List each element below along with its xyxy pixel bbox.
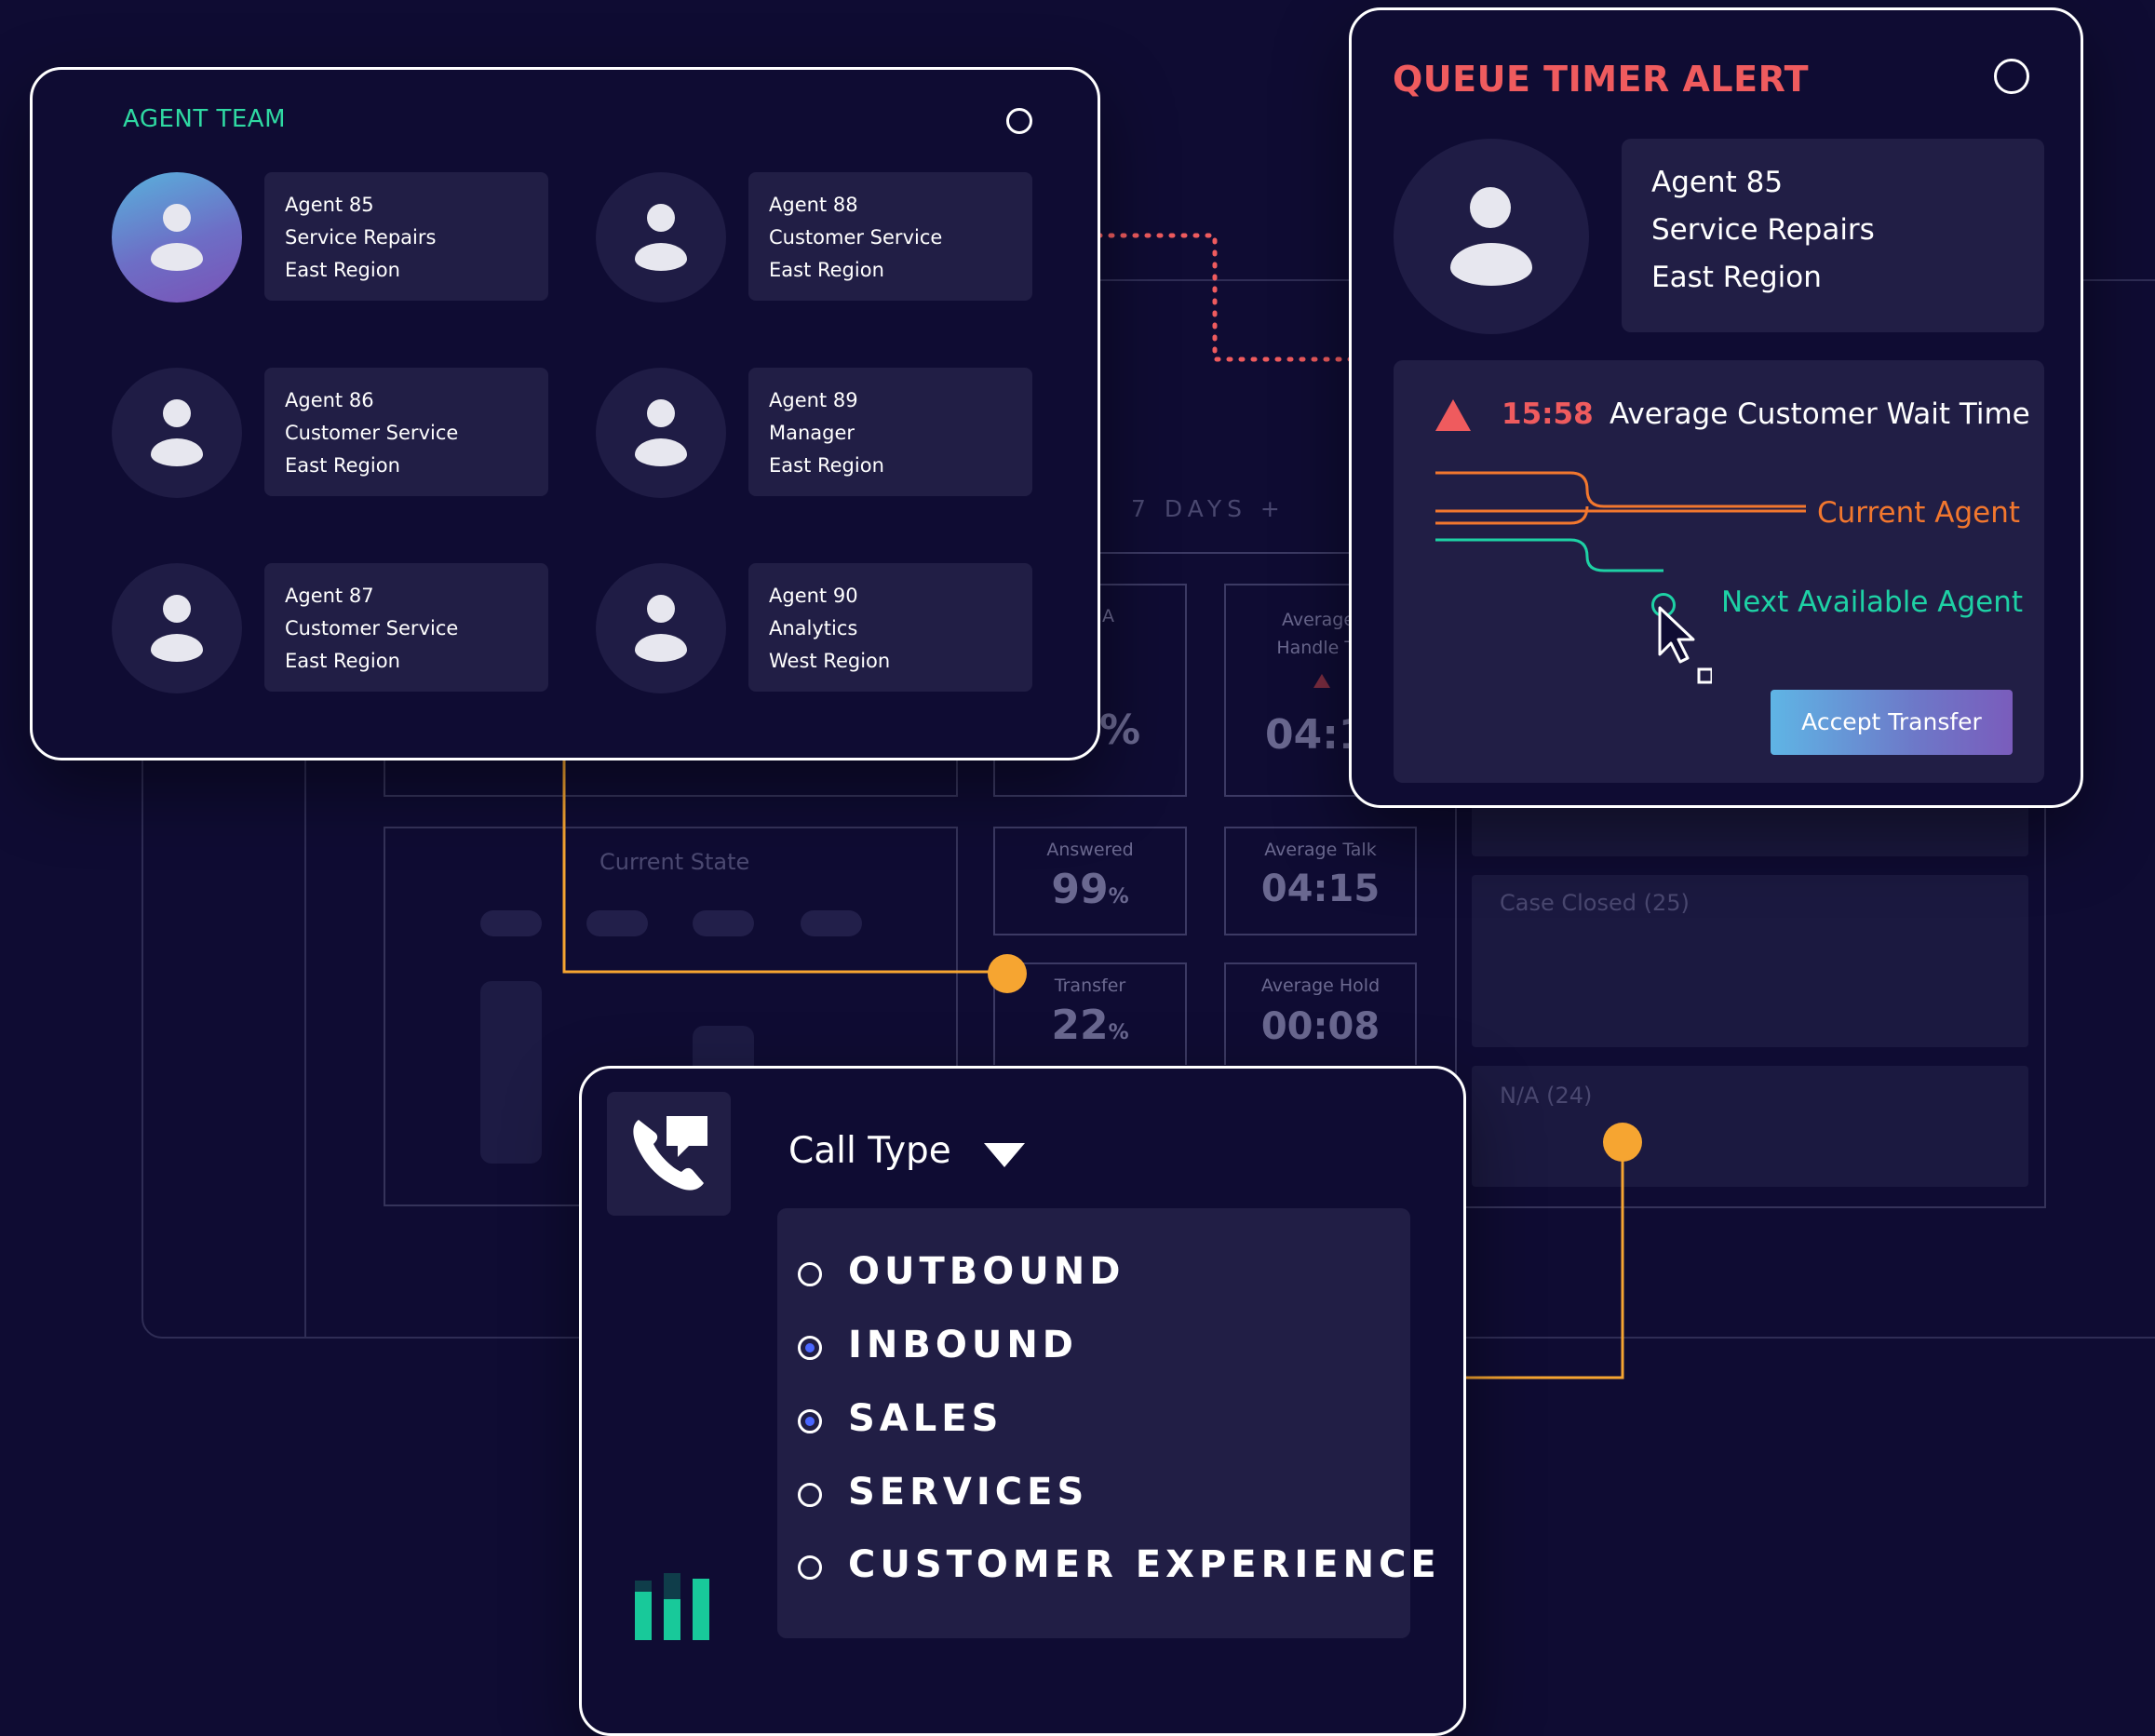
agent-region: East Region bbox=[1651, 261, 1822, 294]
call-type-panel: Call Type OUTBOUND INBOUND SALES SERVICE… bbox=[579, 1066, 1466, 1736]
option-label: CUSTOMER EXPERIENCE bbox=[848, 1543, 1441, 1586]
wait-metric-label: Average Customer Wait Time bbox=[1610, 397, 2030, 431]
agent-role: Service Repairs bbox=[1651, 213, 1875, 247]
wait-timer: 15:58 bbox=[1502, 397, 1594, 431]
agent-role: Analytics bbox=[769, 617, 858, 639]
close-icon[interactable] bbox=[1006, 108, 1032, 134]
agent-region: East Region bbox=[769, 454, 884, 477]
option-label: SERVICES bbox=[848, 1471, 1089, 1514]
call-type-options: OUTBOUND INBOUND SALES SERVICES CUSTOMER… bbox=[777, 1208, 1436, 1638]
agent-region: East Region bbox=[285, 454, 400, 477]
chevron-down-icon[interactable] bbox=[984, 1143, 1025, 1167]
phone-transfer-icon bbox=[633, 1116, 707, 1191]
agent-role: Service Repairs bbox=[285, 226, 437, 249]
connector-dot bbox=[988, 954, 1027, 993]
agent-card[interactable]: Agent 88 Customer Service East Region bbox=[748, 172, 1032, 301]
current-agent-label[interactable]: Current Agent bbox=[1817, 496, 2020, 530]
agent-avatar[interactable] bbox=[596, 368, 726, 498]
agent-avatar[interactable] bbox=[112, 172, 242, 303]
agent-role: Manager bbox=[769, 422, 855, 444]
alert-agent-card: Agent 85 Service Repairs East Region bbox=[1622, 139, 2044, 332]
agent-card[interactable]: Agent 90 Analytics West Region bbox=[748, 563, 1032, 692]
agent-team-panel: AGENT TEAM Agent 85 Service Repairs East… bbox=[30, 67, 1100, 760]
agent-region: East Region bbox=[285, 650, 400, 672]
agent-region: East Region bbox=[769, 259, 884, 281]
connector-dot bbox=[1603, 1123, 1642, 1162]
agent-name: Agent 86 bbox=[285, 389, 374, 411]
agent-name: Agent 88 bbox=[769, 194, 858, 216]
agent-avatar bbox=[1394, 139, 1589, 334]
radio-button[interactable] bbox=[798, 1262, 822, 1286]
queue-alert-panel: QUEUE TIMER ALERT Agent 85 Service Repai… bbox=[1349, 7, 2083, 808]
warning-triangle-icon bbox=[1435, 399, 1471, 431]
agent-name: Agent 85 bbox=[1651, 166, 1784, 199]
agent-role: Customer Service bbox=[769, 226, 943, 249]
radio-button[interactable] bbox=[798, 1409, 822, 1433]
agent-card[interactable]: Agent 86 Customer Service East Region bbox=[264, 368, 548, 496]
option-label: SALES bbox=[848, 1397, 1003, 1440]
option-label: OUTBOUND bbox=[848, 1250, 1125, 1293]
agent-region: East Region bbox=[285, 259, 400, 281]
agent-avatar[interactable] bbox=[112, 563, 242, 693]
mouse-pointer-icon bbox=[1658, 606, 1712, 684]
routing-lines bbox=[1435, 471, 1806, 572]
agent-avatar[interactable] bbox=[596, 172, 726, 303]
call-type-title: Call Type bbox=[788, 1130, 951, 1172]
agent-name: Agent 85 bbox=[285, 194, 374, 216]
accept-transfer-button[interactable]: Accept Transfer bbox=[1771, 690, 2013, 755]
agent-name: Agent 90 bbox=[769, 585, 858, 607]
agent-avatar[interactable] bbox=[596, 563, 726, 693]
close-icon[interactable] bbox=[1994, 59, 2029, 94]
agent-team-title: AGENT TEAM bbox=[123, 105, 287, 133]
agent-card[interactable]: Agent 85 Service Repairs East Region bbox=[264, 172, 548, 301]
agent-role: Customer Service bbox=[285, 617, 459, 639]
agent-role: Customer Service bbox=[285, 422, 459, 444]
phone-icon-tile[interactable] bbox=[607, 1092, 731, 1216]
agent-region: West Region bbox=[769, 650, 891, 672]
radio-button[interactable] bbox=[798, 1483, 822, 1507]
radio-button[interactable] bbox=[798, 1336, 822, 1360]
agent-name: Agent 89 bbox=[769, 389, 858, 411]
next-available-agent-label[interactable]: Next Available Agent bbox=[1721, 585, 2023, 619]
agent-card[interactable]: Agent 89 Manager East Region bbox=[748, 368, 1032, 496]
wait-time-card: 15:58 Average Customer Wait Time Current… bbox=[1394, 360, 2044, 783]
agent-avatar[interactable] bbox=[112, 368, 242, 498]
agent-name: Agent 87 bbox=[285, 585, 374, 607]
queue-alert-title: QUEUE TIMER ALERT bbox=[1393, 59, 1810, 100]
option-label: INBOUND bbox=[848, 1324, 1079, 1366]
radio-button[interactable] bbox=[798, 1555, 822, 1580]
bar-chart-icon[interactable] bbox=[631, 1571, 715, 1646]
agent-card[interactable]: Agent 87 Customer Service East Region bbox=[264, 563, 548, 692]
